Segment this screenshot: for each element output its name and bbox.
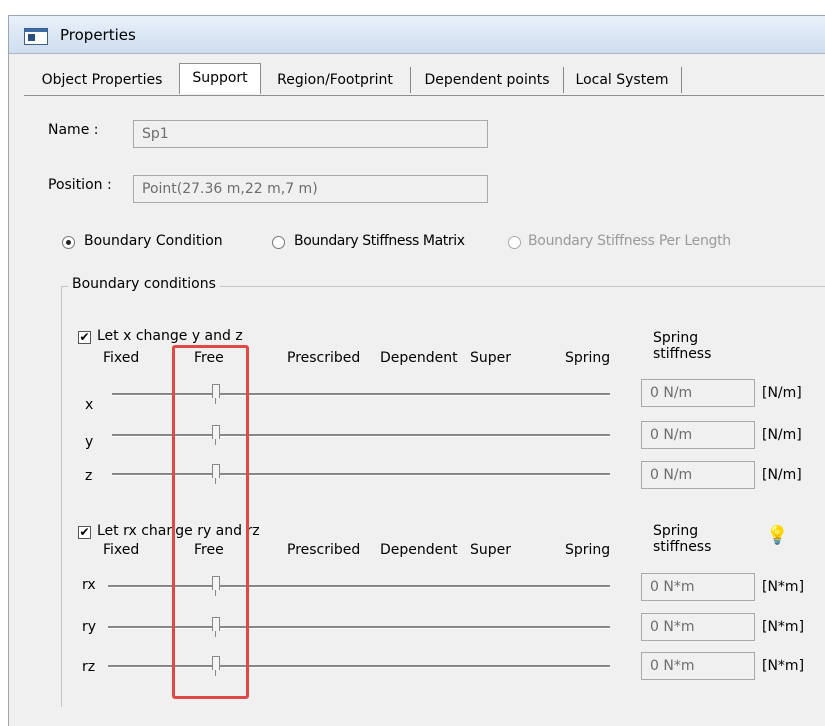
position-label: Position : — [48, 177, 112, 193]
name-field[interactable]: Sp1 — [133, 120, 488, 148]
header-dependent: Dependent — [380, 350, 458, 366]
axis-label-ry: ry — [82, 619, 97, 635]
tab-local-system[interactable]: Local System — [565, 66, 679, 94]
tab-panel-border — [24, 95, 824, 96]
translation-checkbox-label[interactable]: Let x change y and z — [97, 328, 243, 344]
tab-separator — [563, 67, 564, 93]
stiffness-field-ry[interactable]: 0 N*m — [641, 613, 755, 641]
stiffness-field-z[interactable]: 0 N/m — [641, 461, 755, 489]
header-spring: Spring — [565, 350, 611, 366]
boundary-stiffness-matrix-radio[interactable] — [272, 236, 285, 249]
axis-label-y: y — [85, 434, 94, 450]
translation-checkbox[interactable]: ✔ — [78, 331, 91, 344]
tab-region-footprint[interactable]: Region/Footprint — [262, 66, 408, 94]
spring-stiffness-header-line1: Spring — [653, 523, 699, 539]
hint-bulb-icon[interactable]: 💡 — [766, 525, 788, 546]
stiffness-field-rx[interactable]: 0 N*m — [641, 573, 755, 601]
position-field[interactable]: Point(27.36 m,22 m,7 m) — [133, 175, 488, 203]
header-spring: Spring — [565, 542, 611, 558]
tab-separator — [681, 67, 682, 93]
boundary-condition-radio[interactable] — [62, 236, 75, 249]
header-super: Super — [470, 542, 512, 558]
header-fixed: Fixed — [103, 542, 140, 558]
header-super: Super — [470, 350, 512, 366]
header-prescribed: Prescribed — [287, 542, 361, 558]
unit-label-rx: [N*m] — [762, 579, 805, 595]
stiffness-field-y[interactable]: 0 N/m — [641, 421, 755, 449]
spring-stiffness-header-line2: stiffness — [653, 346, 712, 362]
boundary-conditions-group-title: Boundary conditions — [68, 276, 220, 292]
stiffness-field-rz[interactable]: 0 N*m — [641, 652, 755, 680]
boundary-stiffness-per-length-label: Boundary Stiffness Per Length — [528, 233, 731, 249]
axis-label-z: z — [85, 468, 93, 484]
properties-window-icon — [24, 28, 48, 45]
tab-separator — [260, 67, 261, 93]
header-dependent: Dependent — [380, 542, 458, 558]
unit-label-x: [N/m] — [762, 385, 802, 401]
free-column-highlight — [172, 345, 249, 699]
unit-label-z: [N/m] — [762, 467, 802, 483]
boundary-stiffness-matrix-label[interactable]: Boundary Stiffness Matrix — [294, 233, 465, 249]
tab-object-properties[interactable]: Object Properties — [30, 66, 174, 94]
tab-separator — [410, 67, 411, 93]
axis-label-rz: rz — [82, 659, 96, 675]
spring-stiffness-header-line1: Spring — [653, 330, 699, 346]
header-fixed: Fixed — [103, 350, 140, 366]
boundary-condition-label[interactable]: Boundary Condition — [84, 233, 223, 249]
tab-support[interactable]: Support — [179, 63, 261, 94]
axis-label-x: x — [85, 397, 94, 413]
boundary-stiffness-per-length-radio — [508, 236, 521, 249]
axis-label-rx: rx — [82, 577, 96, 593]
tab-dependent-points[interactable]: Dependent points — [412, 66, 562, 94]
unit-label-y: [N/m] — [762, 427, 802, 443]
window-title: Properties — [60, 26, 136, 44]
name-label: Name : — [48, 122, 99, 138]
unit-label-rz: [N*m] — [762, 658, 805, 674]
stiffness-field-x[interactable]: 0 N/m — [641, 379, 755, 407]
rotation-checkbox[interactable]: ✔ — [78, 526, 91, 539]
header-prescribed: Prescribed — [287, 350, 361, 366]
spring-stiffness-header-line2: stiffness — [653, 539, 712, 555]
unit-label-ry: [N*m] — [762, 619, 805, 635]
